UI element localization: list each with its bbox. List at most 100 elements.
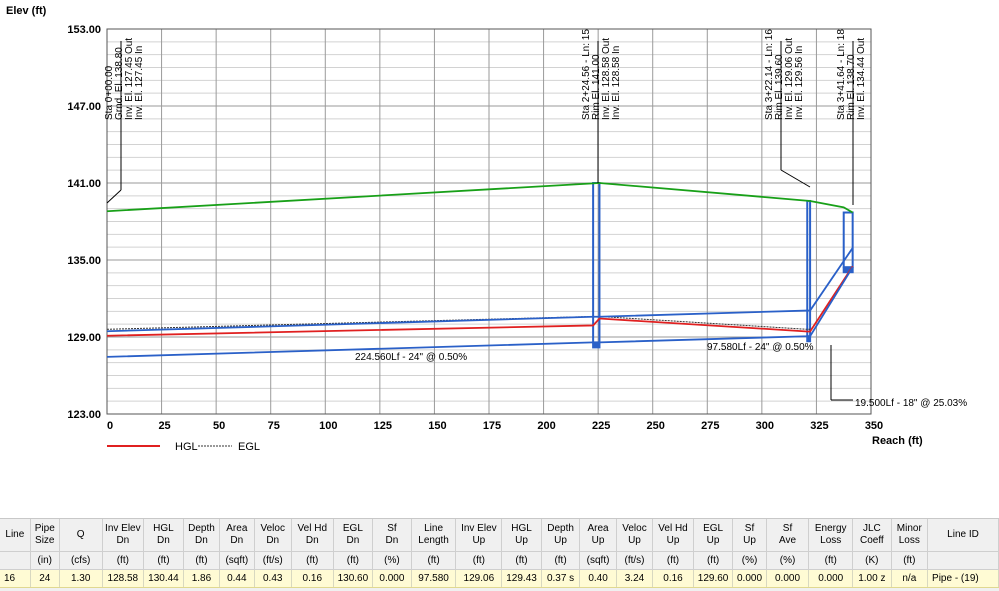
table-cell[interactable]: 0.000 [372,569,412,588]
column-header[interactable]: Q [59,519,103,552]
column-header[interactable]: Pipe Size [30,519,60,552]
table-cell[interactable]: 129.60 [693,569,734,588]
column-header-text: Line ID [947,529,979,540]
column-header[interactable]: Sf Dn [372,519,412,552]
table-cell[interactable]: 0.000 [766,569,810,588]
column-header[interactable]: Depth Up [541,519,581,552]
column-header-text: Inv Elev [461,523,497,534]
table-cell[interactable]: 97.580 [411,569,457,588]
column-header[interactable]: Line [0,519,31,552]
structure-label-line: Inv. El. 129.56 In [794,46,805,120]
column-units: (ft) [891,551,929,570]
table-cell[interactable]: 130.60 [333,569,374,588]
x-tick-label: 75 [268,420,280,432]
column-header-text: Line [424,523,444,534]
column-units: (ft) [333,551,374,570]
table-row[interactable]: 16 24 1.30 128.58 130.44 1.86 0.44 0.43 0.16 130.… [0,569,999,588]
table-cell[interactable]: 16 [0,569,31,588]
structure-label-line: Inv. El. 134.44 Out [856,38,867,120]
column-header[interactable]: Inv Elev Up [455,519,503,552]
y-axis-label: Elev (ft) [6,5,47,17]
table-cell[interactable]: 1.30 [59,569,103,588]
column-units: (cfs) [59,551,103,570]
table-cell[interactable]: 0.16 [652,569,694,588]
x-tick-label: 125 [374,420,392,432]
column-header-text: Line [5,529,25,540]
table-cell[interactable]: 130.44 [143,569,184,588]
column-header[interactable]: EGL Up [693,519,734,552]
table-cell[interactable]: 0.40 [579,569,617,588]
column-header-text: Q [76,529,85,540]
column-header[interactable]: JLC Coeff [852,519,892,552]
column-header-text: EGL [342,523,363,534]
column-header[interactable]: Sf Ave [766,519,810,552]
table-cell[interactable]: 129.43 [501,569,542,588]
table-cell[interactable]: 0.43 [254,569,292,588]
column-header[interactable]: Vel Hd Dn [291,519,334,552]
table-cell[interactable]: 1.86 [183,569,221,588]
pipe-label: 224.560Lf - 24" @ 0.50% [355,352,467,363]
column-header-text: Up [743,535,756,546]
structure-label: Sta 3+22.14 - Ln: 16 Rim El. 139.60 Inv. E… [764,29,811,188]
column-header[interactable]: Area Up [579,519,617,552]
column-header[interactable]: Minor Loss [891,519,929,552]
column-units: (ft) [291,551,334,570]
column-header[interactable]: Sf Up [732,519,767,552]
column-header-text: Up [706,535,720,546]
column-units: (ft/s) [616,551,654,570]
chart-legend: HGL EGL [107,441,260,453]
column-header[interactable]: Line ID [927,519,999,552]
column-header-text: HGL [153,523,174,534]
table-cell[interactable]: 128.58 [102,569,145,588]
column-units: (ft) [652,551,694,570]
column-header[interactable]: Depth Dn [183,519,221,552]
table-cell[interactable]: Pipe - (19) [927,569,999,588]
column-header[interactable]: Vel Hd Up [652,519,694,552]
table-cell[interactable]: 129.06 [455,569,503,588]
column-header[interactable]: Inv Elev Dn [102,519,145,552]
pipe-label: 97.580Lf - 24" @ 0.50% [707,342,814,353]
table-cell[interactable]: 24 [30,569,60,588]
structure-label-line: Inv. El. 127.45 In [134,46,145,120]
column-units: (ft) [501,551,542,570]
table-cell[interactable]: 0.000 [808,569,854,588]
y-tick-label: 147.00 [67,101,101,113]
pipe-label: 19.500Lf - 18" @ 25.03% [855,398,967,409]
x-tick-label: 225 [592,420,610,432]
column-header-text: Sf [744,523,755,534]
x-tick-label: 150 [428,420,446,432]
column-header[interactable]: Line Length [411,519,457,552]
column-header[interactable]: Veloc Up [616,519,654,552]
column-header-text: Vel Hd [297,523,328,534]
column-units: (ft) [541,551,581,570]
column-units: (K) [852,551,892,570]
column-header[interactable]: Veloc Dn [254,519,292,552]
column-header-text: Dn [195,535,208,546]
column-header[interactable]: EGL Dn [333,519,374,552]
column-header[interactable]: HGL Dn [143,519,184,552]
table-cell[interactable]: 0.37 s [541,569,581,588]
column-header-text: Dn [116,535,130,546]
results-grid: Line Pipe Size Q Inv Elev Dn HGL Dn Depth Dn Area D… [0,518,999,591]
table-cell[interactable]: 0.44 [219,569,255,588]
table-cell[interactable]: 0.16 [291,569,334,588]
structure-label: Sta 3+41.64 - Ln: 18 Rim El. 138.70 Inv. E… [836,29,867,205]
column-header[interactable]: Area Dn [219,519,255,552]
table-cell[interactable]: 1.00 z [852,569,892,588]
column-header-text: Up [628,535,641,546]
structure-leader [106,189,122,204]
x-tick-labels: 0 25 50 75 100 125 150 175 200 225 250 275 300 325 350 [107,420,883,432]
column-header[interactable]: Energy Loss [808,519,854,552]
table-cell[interactable]: 0.000 [732,569,767,588]
column-header[interactable]: HGL Up [501,519,542,552]
x-tick-label: 275 [701,420,719,432]
column-header-text: Dn [266,535,280,546]
table-cell[interactable]: n/a [891,569,929,588]
table-cell[interactable]: 3.24 [616,569,654,588]
column-header-text: Vel Hd [658,523,688,534]
column-header-text: Veloc [260,523,285,534]
chart-grid [106,28,872,415]
column-units: (ft) [183,551,221,570]
structure-leader [780,169,811,188]
column-header-text: Area [587,523,609,534]
